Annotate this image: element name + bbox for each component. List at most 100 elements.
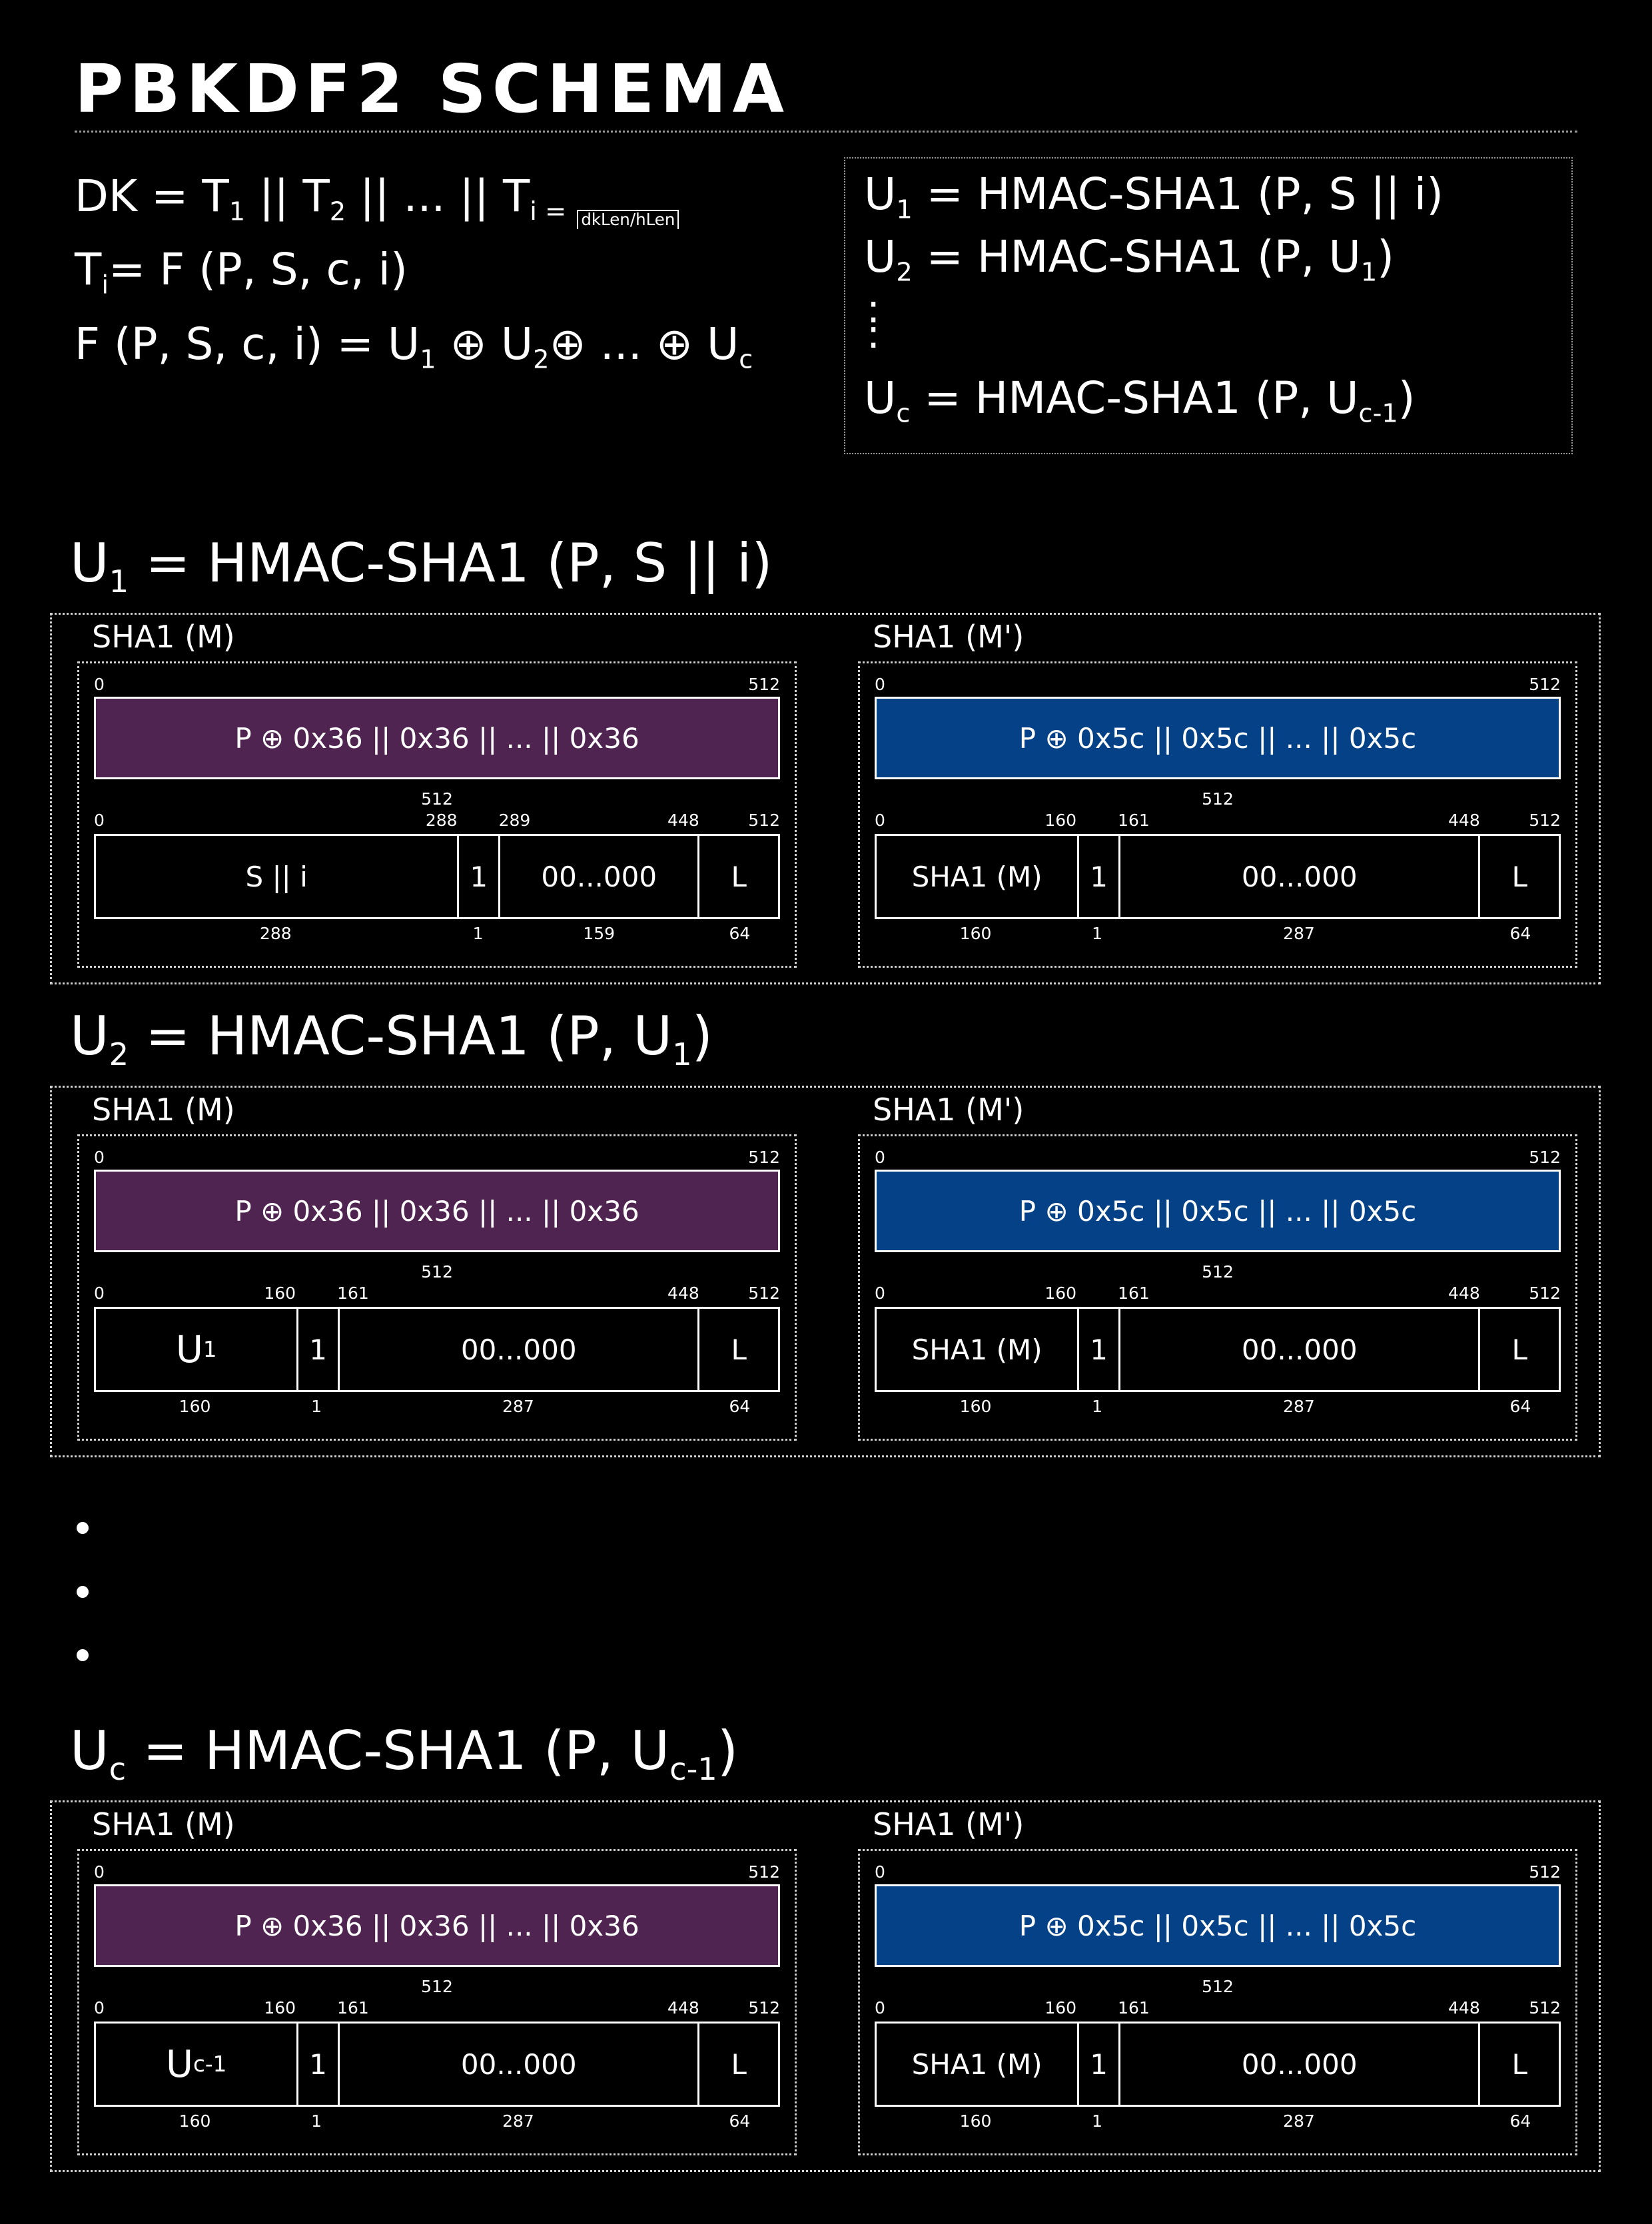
ipad-block: P ⊕ 0x36 || 0x36 || ... || 0x36 [94, 697, 780, 779]
opad-block: P ⊕ 0x5c || 0x5c || ... || 0x5c [875, 697, 1561, 779]
padding-bit: 1 [1077, 2024, 1118, 2105]
bit-tick: 161 [1118, 1284, 1150, 1303]
sha1-block: 0 512 P ⊕ 0x5c || 0x5c || ... || 0x5c 512 0 1… [858, 1849, 1577, 2155]
vertical-dots: : [867, 311, 881, 358]
bit-tick: 0 [94, 675, 105, 694]
block-length: 512 [1202, 1262, 1234, 1282]
opad-block: P ⊕ 0x5c || 0x5c || ... || 0x5c [875, 1170, 1561, 1252]
ellipsis-dot [77, 1522, 89, 1534]
segment-width: 160 [959, 1397, 992, 1416]
bit-tick: 512 [748, 811, 780, 830]
ceiling-bracket: dkLen/hLen [577, 209, 679, 229]
segment-width: 160 [959, 2111, 992, 2131]
ipad-block: P ⊕ 0x36 || 0x36 || ... || 0x36 [94, 1884, 780, 1967]
message-block: SHA1 (M) 1 00...000 L [875, 2022, 1561, 2107]
title-divider [75, 131, 1577, 133]
bit-tick: 512 [1529, 811, 1561, 830]
bit-tick: 0 [94, 1148, 105, 1167]
zero-padding: 00...000 [498, 836, 697, 917]
zero-padding: 00...000 [337, 2024, 698, 2105]
segment-width: 64 [729, 924, 751, 943]
bit-tick: 512 [748, 675, 780, 694]
padding-bit: 1 [457, 836, 498, 917]
segment-width: 1 [311, 1397, 322, 1416]
segment-width: 288 [259, 924, 292, 943]
bit-tick: 0 [94, 1284, 105, 1303]
length-field: L [697, 1309, 778, 1390]
bit-tick: 0 [94, 1998, 105, 2018]
zero-padding: 00...000 [1118, 1309, 1479, 1390]
segment-width: 1 [1092, 924, 1103, 943]
length-field: L [697, 836, 778, 917]
bit-tick: 512 [748, 1862, 780, 1882]
dk-formula: DK = T1 || T2 || ... || Ti = dkLen/hLen [75, 170, 679, 229]
segment-width: 1 [311, 2111, 322, 2131]
segment-width: 287 [1283, 2111, 1315, 2131]
bit-tick: 448 [1448, 1998, 1480, 2018]
length-field: L [1478, 836, 1559, 917]
message-block: U 1 1 00...000 L [94, 1307, 780, 1392]
message-segment: U1 [175, 1327, 217, 1371]
padding-bit: 1 [296, 1309, 338, 1390]
padding-bit: 1 [1077, 1309, 1118, 1390]
segment-width: 160 [179, 1397, 211, 1416]
padding-bit: 1 [1077, 836, 1118, 917]
message-segment: SHA1 (M) [911, 860, 1042, 893]
bit-tick: 0 [94, 1862, 105, 1882]
page-title: PBKDF2 SCHEMA [75, 50, 791, 128]
block-length: 512 [1202, 789, 1234, 809]
sha1-block: 0 512 P ⊕ 0x5c || 0x5c || ... || 0x5c 512 0 1… [858, 661, 1577, 968]
section-heading: U1 = HMAC-SHA1 (P, S || i) [70, 532, 773, 600]
bit-tick: 160 [1044, 1998, 1077, 2018]
message-segment: S || i [245, 860, 308, 893]
bit-tick: 289 [498, 811, 531, 830]
message-block: SHA1 (M) 1 00...000 L [875, 834, 1561, 919]
bit-tick: 512 [1529, 1148, 1561, 1167]
segment-width: 64 [729, 2111, 751, 2131]
ellipsis-dot [77, 1649, 89, 1661]
bit-tick: 448 [667, 1284, 699, 1303]
bit-tick: 160 [264, 1284, 296, 1303]
sha1-block: 0 512 P ⊕ 0x36 || 0x36 || ... || 0x36 512 0 1… [77, 1134, 797, 1441]
f-formula: F (P, S, c, i) = U1 ⊕ U2⊕ ... ⊕ Uc [75, 318, 753, 375]
bit-tick: 0 [875, 1284, 885, 1303]
ellipsis-dot [77, 1586, 89, 1598]
bit-tick: 0 [875, 811, 885, 830]
sha1-block: 0 512 P ⊕ 0x36 || 0x36 || ... || 0x36 512 0 2… [77, 661, 797, 968]
bit-tick: 161 [1118, 811, 1150, 830]
bit-tick: 160 [1044, 811, 1077, 830]
segment-width: 1 [1092, 2111, 1103, 2131]
segment-width: 64 [1509, 2111, 1531, 2131]
bit-tick: 512 [748, 1284, 780, 1303]
segment-width: 64 [1509, 1397, 1531, 1416]
segment-width: 287 [1283, 1397, 1315, 1416]
block-length: 512 [421, 1977, 453, 1996]
block-length: 512 [421, 1262, 453, 1282]
sha1-title: SHA1 (M) [92, 1806, 235, 1842]
bit-tick: 0 [875, 1998, 885, 2018]
message-block: Uc-1 1 00...000 L [94, 2022, 780, 2107]
bit-tick: 448 [1448, 1284, 1480, 1303]
length-field: L [1478, 2024, 1559, 2105]
hmac-section: SHA1 (M) 0 512 P ⊕ 0x36 || 0x36 || ... || 0… [50, 613, 1601, 984]
segment-width: 159 [583, 924, 616, 943]
bit-tick: 448 [667, 811, 699, 830]
sha1-title: SHA1 (M') [873, 1092, 1025, 1128]
bit-tick: 161 [337, 1998, 369, 2018]
ti-formula: Ti= F (P, S, c, i) [75, 244, 408, 300]
message-segment: Uc-1 [166, 2042, 227, 2086]
opad-block: P ⊕ 0x5c || 0x5c || ... || 0x5c [875, 1884, 1561, 1967]
sha1-title: SHA1 (M) [92, 619, 235, 655]
bit-tick: 512 [1529, 1862, 1561, 1882]
segment-width: 64 [729, 1397, 751, 1416]
segment-width: 64 [1509, 924, 1531, 943]
hmac-section: SHA1 (M) 0 512 P ⊕ 0x36 || 0x36 || ... || 0… [50, 1086, 1601, 1457]
length-field: L [697, 2024, 778, 2105]
section-heading: U2 = HMAC-SHA1 (P, U1) [70, 1005, 713, 1073]
bit-tick: 0 [875, 1862, 885, 1882]
segment-width: 1 [1092, 1397, 1103, 1416]
bit-tick: 288 [425, 811, 458, 830]
segment-width: 160 [959, 924, 992, 943]
message-segment: SHA1 (M) [911, 1333, 1042, 1366]
length-field: L [1478, 1309, 1559, 1390]
